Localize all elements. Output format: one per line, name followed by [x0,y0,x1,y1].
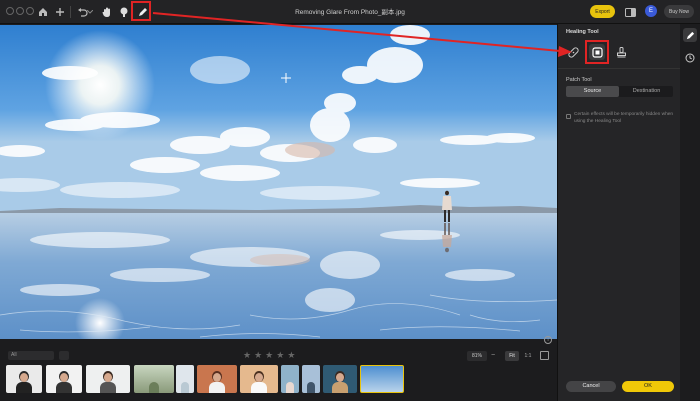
cancel-button[interactable]: Cancel [566,381,616,392]
ok-button[interactable]: OK [622,381,674,392]
thumbnail[interactable] [281,365,299,393]
pencil-highlight-box [131,1,151,21]
panel-toggle-icon[interactable] [622,4,638,20]
photo-canvas[interactable] [0,25,557,339]
healing-tool-panel: Healing Tool Patch Tool Source Destinati… [557,24,681,401]
star-icon[interactable]: ★ [276,349,284,361]
top-bar: Removing Glare From Photo_副本.jpg Export … [0,0,700,24]
zoom-out-button[interactable]: − [489,351,497,361]
thumbnail[interactable] [240,365,278,393]
filter-icon[interactable] [59,351,69,360]
actual-size-button[interactable]: 1:1 [521,351,535,361]
rating-stars[interactable]: ★ ★ ★ ★ ★ [243,349,295,361]
zoom-level[interactable]: 81% [467,351,487,361]
thumbnail[interactable] [197,365,237,393]
hide-effects-checkbox[interactable] [566,114,571,119]
thumbnail[interactable] [302,365,320,393]
star-icon[interactable]: ★ [265,349,273,361]
filmstrip [6,365,406,393]
thumbnail[interactable] [6,365,42,393]
compare-icon[interactable] [540,351,549,360]
tool-rail [680,24,700,401]
destination-tab[interactable]: Destination [620,86,673,97]
star-icon[interactable]: ★ [287,349,295,361]
star-icon[interactable]: ★ [254,349,262,361]
buy-now-button[interactable]: Buy Now [664,5,694,18]
bandage-icon[interactable] [565,44,581,60]
filter-select[interactable]: All [8,351,54,360]
history-icon[interactable] [683,51,697,65]
stamp-icon[interactable] [613,44,629,60]
thumbnail[interactable] [134,365,174,393]
source-tab[interactable]: Source [566,86,619,97]
patch-mode-toggle: Source Destination [566,86,673,97]
patch-tool-highlight-box [585,40,609,64]
thumbnail[interactable] [46,365,82,393]
user-avatar[interactable]: E [645,5,657,17]
thumbnail-active[interactable] [360,365,404,393]
info-icon[interactable]: i [544,336,552,344]
panel-divider [558,68,681,69]
fit-button[interactable]: Fit [505,351,519,361]
export-button[interactable]: Export [590,5,615,18]
edit-pencil-icon[interactable] [683,28,697,42]
star-icon[interactable]: ★ [243,349,251,361]
hide-effects-note: Certain effects will be temporarily hidd… [574,112,674,124]
panel-title: Healing Tool [566,29,599,35]
thumbnail[interactable] [323,365,357,393]
thumbnail[interactable] [176,365,194,393]
patch-tool-label: Patch Tool [566,77,592,83]
thumbnail[interactable] [86,365,130,393]
